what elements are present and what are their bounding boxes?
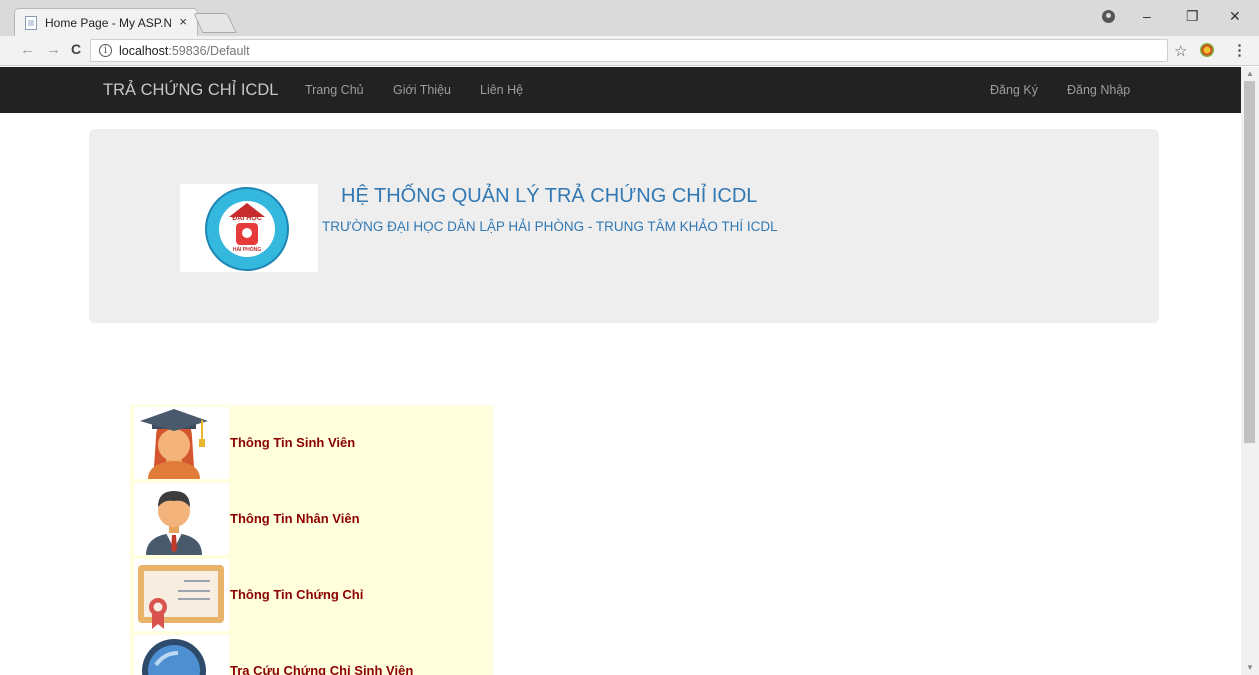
back-icon[interactable]: ←	[20, 41, 35, 58]
menu-item-student[interactable]: Thông Tin Sinh Viên	[130, 405, 493, 479]
nav-link-about[interactable]: Giới Thiệu	[393, 83, 451, 97]
function-menu: Thông Tin Sinh Viên Thông Tin Nhân Viên	[130, 405, 493, 675]
jumbotron: ĐẠI HỌC HẢI PHÒNG HỆ THỐNG QUẢN LÝ TRẢ C…	[89, 129, 1159, 323]
forward-icon[interactable]: →	[46, 41, 61, 58]
url-host: localhost	[119, 44, 169, 58]
nav-link-home[interactable]: Trang Chủ	[305, 83, 364, 97]
browser-tabstrip: Home Page - My ASP.NE × – ❐ ✕	[0, 0, 1259, 36]
nav-link-contact[interactable]: Liên Hệ	[480, 83, 523, 97]
scroll-down-icon[interactable]: ▼	[1246, 663, 1254, 672]
certificate-icon[interactable]	[134, 559, 229, 631]
tab-close-icon[interactable]: ×	[179, 14, 187, 29]
address-url[interactable]: localhost:59836/Default	[119, 44, 250, 58]
page-favicon-icon	[25, 16, 37, 30]
extension-icon[interactable]	[1200, 43, 1214, 57]
browser-tab[interactable]: Home Page - My ASP.NE ×	[14, 8, 198, 36]
menu-item-label[interactable]: Thông Tin Nhân Viên	[230, 511, 360, 526]
logo-text-top: ĐẠI HỌC	[232, 215, 262, 222]
page-viewport: TRẢ CHỨNG CHỈ ICDL Trang Chủ Giới Thiệu …	[0, 67, 1241, 675]
browser-menu-icon[interactable]: ⋮	[1232, 41, 1247, 59]
nav-link-register[interactable]: Đăng Ký	[990, 83, 1038, 97]
page-scrollbar[interactable]: ▲ ▼	[1241, 67, 1259, 675]
logo-text-bottom: HẢI PHÒNG	[232, 247, 262, 253]
employee-icon[interactable]	[134, 483, 229, 555]
university-logo: ĐẠI HỌC HẢI PHÒNG	[180, 184, 318, 272]
menu-item-label[interactable]: Thông Tin Sinh Viên	[230, 435, 355, 450]
nav-link-login[interactable]: Đăng Nhập	[1067, 83, 1130, 97]
scroll-up-icon[interactable]: ▲	[1246, 69, 1254, 78]
browser-toolbar: ← → C i localhost:59836/Default ☆ ⋮	[0, 36, 1259, 66]
minimize-button[interactable]: –	[1143, 8, 1151, 24]
logo-emblem-icon: ĐẠI HỌC HẢI PHÒNG	[205, 187, 289, 271]
new-tab-button[interactable]	[193, 13, 237, 33]
scrollbar-thumb[interactable]	[1244, 81, 1255, 443]
site-navbar: TRẢ CHỨNG CHỈ ICDL Trang Chủ Giới Thiệu …	[0, 67, 1241, 113]
restore-button[interactable]: ❐	[1186, 8, 1199, 25]
page-title: HỆ THỐNG QUẢN LÝ TRẢ CHỨNG CHỈ ICDL	[341, 185, 758, 207]
menu-item-label[interactable]: Tra Cứu Chứng Chỉ Sinh Viên	[230, 663, 413, 675]
address-bar[interactable]: i localhost:59836/Default	[90, 39, 1168, 62]
reload-icon[interactable]: C	[71, 41, 81, 57]
menu-item-certificate[interactable]: Thông Tin Chứng Chỉ	[130, 557, 493, 631]
menu-item-employee[interactable]: Thông Tin Nhân Viên	[130, 481, 493, 555]
navbar-brand[interactable]: TRẢ CHỨNG CHỈ ICDL	[103, 81, 278, 100]
search-lookup-icon[interactable]	[134, 635, 229, 675]
account-icon[interactable]	[1102, 10, 1115, 23]
url-path: :59836/Default	[168, 44, 250, 58]
graduate-student-icon[interactable]	[134, 407, 229, 479]
menu-item-label[interactable]: Thông Tin Chứng Chỉ	[230, 587, 363, 602]
page-subtitle: TRƯỜNG ĐẠI HỌC DÂN LẬP HẢI PHÒNG - TRUNG…	[322, 219, 778, 234]
site-info-icon[interactable]: i	[99, 44, 112, 57]
menu-item-search[interactable]: Tra Cứu Chứng Chỉ Sinh Viên	[130, 633, 493, 675]
tab-title: Home Page - My ASP.NE	[45, 16, 171, 30]
close-window-button[interactable]: ✕	[1229, 8, 1241, 25]
bookmark-star-icon[interactable]: ☆	[1174, 42, 1187, 60]
